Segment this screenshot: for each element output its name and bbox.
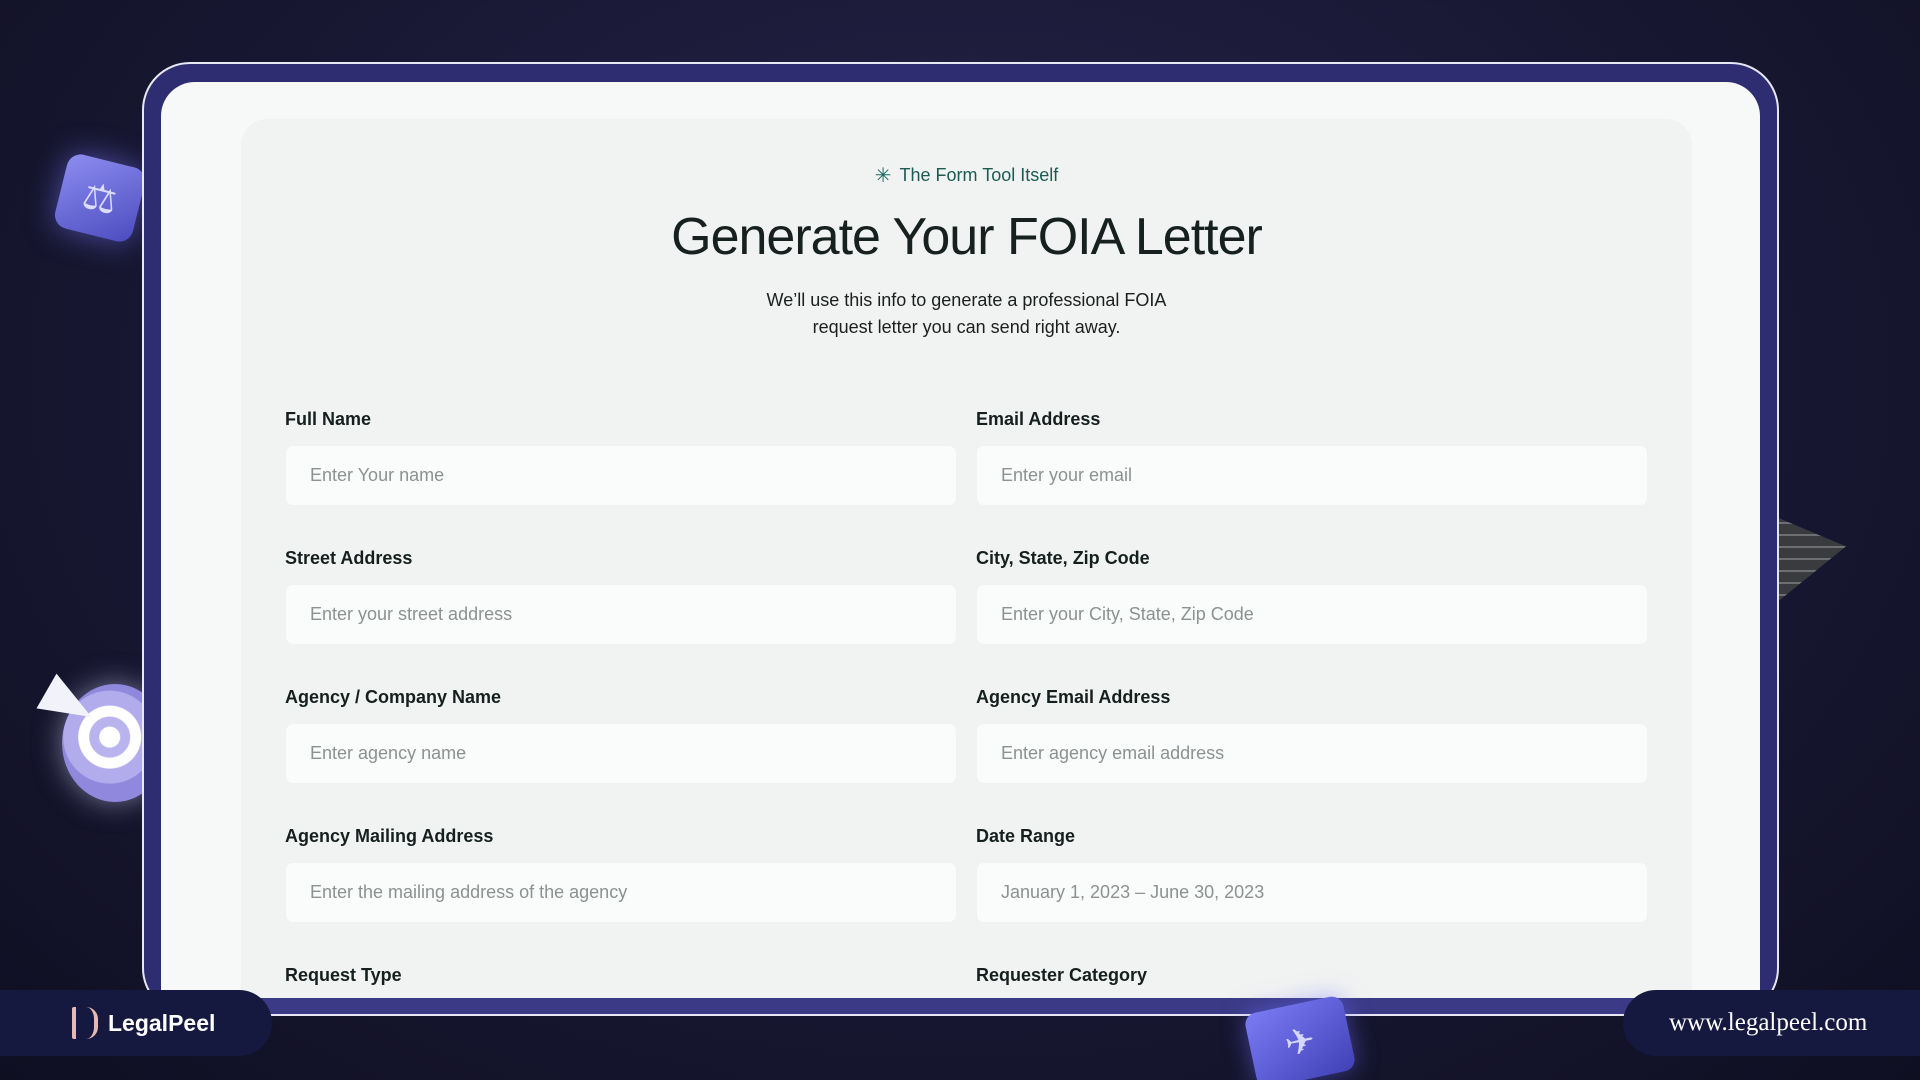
agency-mailing-label: Agency Mailing Address	[285, 826, 494, 846]
street-input[interactable]: Enter your street address	[285, 584, 957, 645]
agency-name-field: Agency / Company Name Enter agency name	[285, 687, 957, 826]
device-frame: ✳ The Form Tool Itself Generate Your FOI…	[142, 62, 1779, 1016]
screen: ✳ The Form Tool Itself Generate Your FOI…	[161, 82, 1760, 1014]
email-placeholder: Enter your email	[1001, 465, 1133, 485]
brand-name: LegalPeel	[108, 1009, 216, 1036]
agency-mailing-input[interactable]: Enter the mailing address of the agency	[285, 862, 957, 923]
page-title: Generate Your FOIA Letter	[671, 208, 1263, 266]
website-url: www.legalpeel.com	[1669, 1009, 1868, 1036]
street-placeholder: Enter your street address	[310, 604, 513, 624]
street-field: Street Address Enter your street address	[285, 548, 957, 687]
scale-icon: ⚖	[51, 151, 149, 245]
email-input[interactable]: Enter your email	[976, 445, 1648, 506]
full-name-placeholder: Enter Your name	[310, 465, 445, 485]
eyebrow: ✳ The Form Tool Itself	[241, 165, 1692, 186]
request-type-label: Request Type	[285, 965, 402, 985]
agency-name-placeholder: Enter agency name	[310, 743, 467, 763]
agency-name-input[interactable]: Enter agency name	[285, 723, 957, 784]
brand-badge: LegalPeel	[0, 990, 272, 1056]
eyebrow-text: The Form Tool Itself	[899, 165, 1059, 185]
city-label: City, State, Zip Code	[976, 548, 1150, 568]
email-field: Email Address Enter your email	[976, 409, 1648, 548]
form-card: ✳ The Form Tool Itself Generate Your FOI…	[241, 119, 1692, 1014]
date-range-label: Date Range	[976, 826, 1076, 846]
date-range-field: Date Range January 1, 2023 – June 30, 20…	[976, 826, 1648, 965]
website-badge: www.legalpeel.com	[1623, 990, 1920, 1056]
city-placeholder: Enter your City, State, Zip Code	[1001, 604, 1254, 624]
agency-name-label: Agency / Company Name	[285, 687, 502, 707]
city-input[interactable]: Enter your City, State, Zip Code	[976, 584, 1648, 645]
agency-email-input[interactable]: Enter agency email address	[976, 723, 1648, 784]
agency-email-label: Agency Email Address	[976, 687, 1171, 707]
requester-category-label: Requester Category	[976, 965, 1148, 985]
agency-email-field: Agency Email Address Enter agency email …	[976, 687, 1648, 826]
agency-mailing-field: Agency Mailing Address Enter the mailing…	[285, 826, 957, 965]
date-range-input[interactable]: January 1, 2023 – June 30, 2023	[976, 862, 1648, 923]
legalpeel-logo-icon	[72, 1007, 98, 1039]
agency-mailing-placeholder: Enter the mailing address of the agency	[310, 882, 628, 902]
form-grid: Full Name Enter Your name Email Address …	[285, 409, 1648, 1014]
frame-bottom-bar	[144, 998, 1777, 1014]
page-subtitle: We’ll use this info to generate a profes…	[766, 290, 1167, 337]
email-label: Email Address	[976, 409, 1101, 429]
sparkle-icon: ✳	[874, 164, 892, 187]
agency-email-placeholder: Enter agency email address	[1001, 743, 1225, 763]
full-name-input[interactable]: Enter Your name	[285, 445, 957, 506]
full-name-label: Full Name	[285, 409, 372, 429]
city-field: City, State, Zip Code Enter your City, S…	[976, 548, 1648, 687]
full-name-field: Full Name Enter Your name	[285, 409, 957, 548]
date-range-placeholder: January 1, 2023 – June 30, 2023	[1001, 882, 1265, 902]
street-label: Street Address	[285, 548, 413, 568]
